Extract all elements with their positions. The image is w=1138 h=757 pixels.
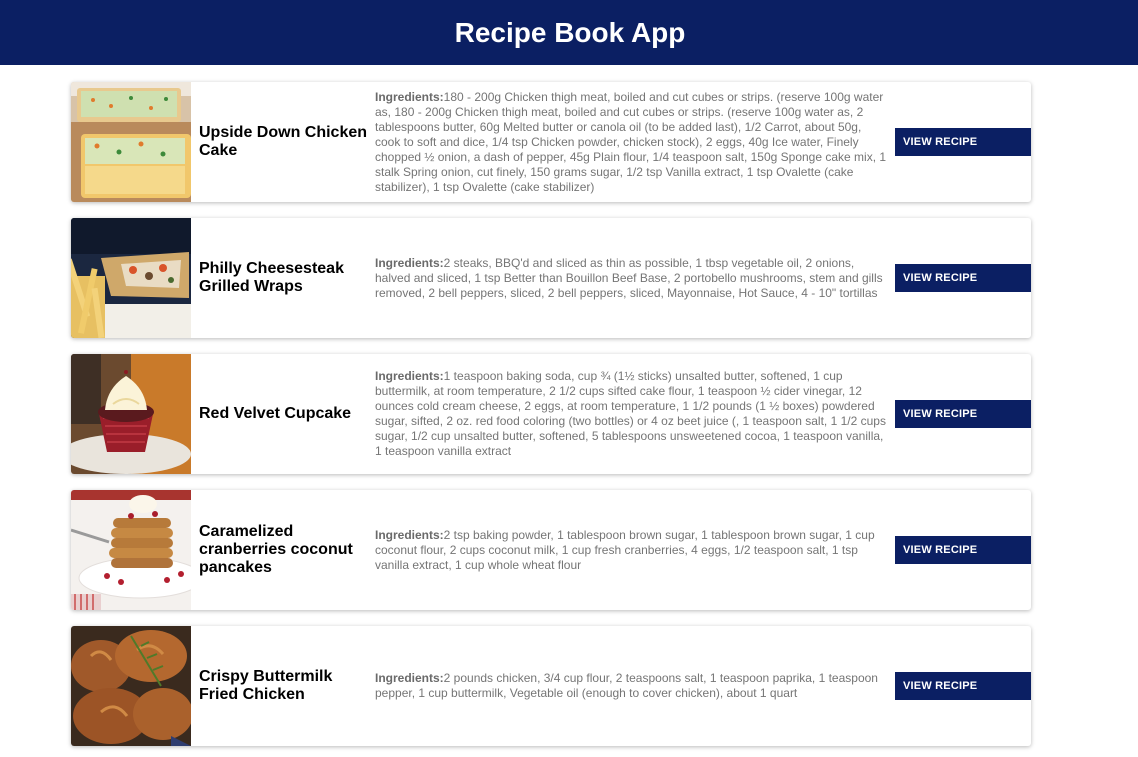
ingredients-label: Ingredients: (375, 671, 444, 685)
ingredients-text: Ingredients:2 tsp baking powder, 1 table… (375, 490, 889, 610)
recipe-card: Crispy Buttermilk Fried Chicken Ingredie… (71, 626, 1031, 746)
app-title: Recipe Book App (454, 16, 686, 48)
ingredients-label: Ingredients: (375, 89, 444, 104)
ingredients-text: Ingredients:2 pounds chicken, 3/4 cup fl… (375, 626, 889, 746)
app-header: Recipe Book App (0, 0, 1138, 65)
recipe-card: Caramelized cranberries coconut pancakes… (71, 490, 1031, 610)
ingredients-list: 2 steaks, BBQ'd and sliced as thin as po… (375, 255, 883, 300)
recipe-name: Crispy Buttermilk Fried Chicken (199, 668, 333, 703)
ingredients-text: Ingredients:180 - 200g Chicken thigh mea… (375, 82, 889, 202)
ingredients-text: Ingredients:2 steaks, BBQ'd and sliced a… (375, 218, 889, 338)
view-recipe-button[interactable]: VIEW RECIPE (895, 400, 1031, 428)
recipe-name: Upside Down Chicken Cake (199, 124, 368, 159)
ingredients-list: 180 - 200g Chicken thigh meat, boiled an… (375, 89, 887, 194)
recipe-card: Philly Cheesesteak Grilled Wraps Ingredi… (71, 218, 1031, 338)
recipe-card: Red Velvet Cupcake Ingredients:1 teaspoo… (71, 354, 1031, 474)
view-recipe-button[interactable]: VIEW RECIPE (895, 128, 1031, 156)
recipe-image (71, 218, 191, 338)
recipe-image (71, 626, 191, 746)
ingredients-label: Ingredients: (375, 255, 444, 270)
ingredients-list: 1 teaspoon baking soda, cup ¾ (1½ sticks… (375, 369, 886, 458)
recipe-image (71, 490, 191, 610)
recipe-image (71, 354, 191, 474)
ingredients-list: 2 pounds chicken, 3/4 cup flour, 2 teasp… (375, 671, 878, 700)
recipe-card: Upside Down Chicken Cake Ingredients:180… (71, 82, 1031, 202)
view-recipe-button[interactable]: VIEW RECIPE (895, 536, 1031, 564)
ingredients-label: Ingredients: (375, 527, 444, 542)
ingredients-label: Ingredients: (375, 369, 444, 383)
recipe-name: Red Velvet Cupcake (199, 405, 352, 422)
recipe-name: Caramelized cranberries coconut pancakes (199, 523, 353, 576)
recipe-image (71, 82, 191, 202)
ingredients-list: 2 tsp baking powder, 1 tablespoon brown … (375, 527, 875, 572)
view-recipe-button[interactable]: VIEW RECIPE (895, 672, 1031, 700)
view-recipe-button[interactable]: VIEW RECIPE (895, 264, 1031, 292)
ingredients-text: Ingredients:1 teaspoon baking soda, cup … (375, 354, 889, 474)
recipe-name: Philly Cheesesteak Grilled Wraps (199, 260, 344, 295)
